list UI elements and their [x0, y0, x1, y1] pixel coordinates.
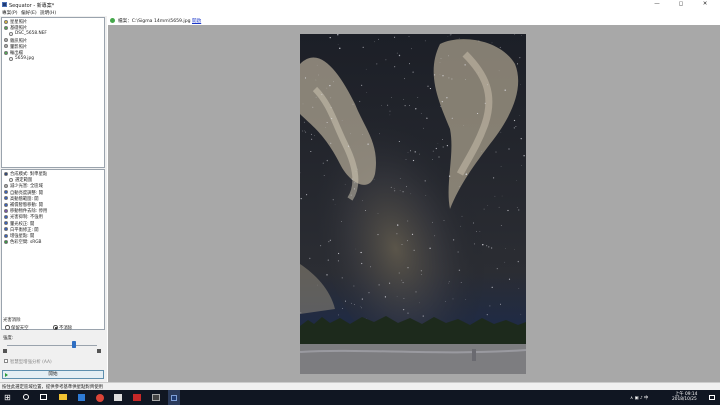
menu-preferences[interactable]: 偏好(E) [21, 10, 37, 16]
path-bar: 檔案：C:\Sigma 14mm\5659.jpg 開啟 [108, 16, 720, 25]
object-removal-icon [4, 208, 8, 213]
suppress-icon [4, 214, 8, 219]
slider-min-icon [3, 349, 7, 353]
vignette-correction-icon [4, 221, 8, 226]
settings-tree-item-label: 補償暫態移動: 開 [10, 203, 43, 208]
settings-tree-item-label: 色彩空間: sRGB [10, 240, 42, 246]
store-icon[interactable] [78, 394, 85, 401]
settings-tree-item-label: 白平衡修正: 開 [10, 227, 39, 233]
maximize-button[interactable]: ◻ [672, 0, 690, 9]
radio-no-removal[interactable] [53, 325, 58, 330]
clock-date: 2018/10/25 [672, 397, 697, 402]
preview-image [300, 34, 526, 374]
vignette-icon [4, 44, 8, 49]
app-icon-dark[interactable] [152, 394, 160, 401]
app-icon-red[interactable] [133, 394, 141, 401]
settings-tree-item-label: 增強星點: 開 [10, 234, 35, 239]
start-button[interactable]: 開始 [2, 370, 104, 379]
image-tree: 星星照片 基礎照片 DSC_5658.NEF 雜訊照片 暈影照片 輸出檔 5659.jpg [1, 17, 105, 168]
taskbar: ⊞ ∧ ▣ ♪ 中 上午 09:14 2018/10/25 [0, 390, 720, 405]
smart-analysis-label: 智慧型增強分析 (AA) [10, 360, 52, 365]
notification-icon[interactable] [709, 395, 715, 400]
settings-tree: 合成模式: 對準星點 選定範圍 減少光害: 全區域 自動亮度調整: 開高動態範圍: 開… [1, 169, 105, 330]
settings-tree-item-label: 移動物件去除: 停用 [10, 209, 48, 215]
image-viewer[interactable] [108, 25, 720, 382]
play-icon [5, 372, 8, 377]
sequator-icon [171, 394, 177, 401]
image-tree-item-label: 星星照片 [10, 20, 28, 25]
window-title: Sequator - 新專案* [9, 2, 55, 9]
noise-icon [4, 38, 8, 43]
mode-icon [4, 171, 8, 176]
smart-analysis-checkbox[interactable] [4, 359, 8, 363]
strength-slider-track[interactable] [7, 345, 97, 346]
settings-tree-item-label: 光害抑制: 不強用 [10, 215, 43, 221]
image-icon [4, 19, 8, 24]
settings-tree-item-label: 合成模式: 對準星點 [10, 172, 48, 177]
strength-label: 強度: [3, 336, 14, 341]
status-bar: 按住此選定區域位置，提供參考基準供星點對齊使用 [0, 382, 720, 390]
file-icon [9, 31, 13, 36]
options-group-label: 光害消除 [3, 318, 21, 323]
brightness-icon [4, 190, 8, 195]
menu-project[interactable]: 專案(P) [2, 10, 18, 16]
color-space-icon [4, 239, 8, 244]
close-button[interactable]: ✕ [696, 0, 714, 9]
range-icon [9, 177, 13, 182]
menu-help[interactable]: 說明(H) [40, 10, 56, 16]
open-link[interactable]: 開啟 [192, 18, 201, 24]
start-button-label: 開始 [48, 372, 58, 377]
light-pollution-icon [4, 183, 8, 188]
search-icon[interactable] [23, 394, 29, 400]
hdr-icon [4, 196, 8, 201]
image-tree-item-label: 暈影照片 [10, 44, 28, 50]
file-icon [9, 56, 13, 61]
photos-icon[interactable] [114, 394, 122, 401]
motion-icon [4, 202, 8, 207]
radio-keep-sky[interactable] [5, 325, 10, 330]
task-view-icon[interactable] [40, 394, 47, 400]
image-tree-item-label: DSC_5658.NEF [15, 31, 47, 37]
title-bar: Sequator - 新專案* — ◻ ✕ [0, 0, 720, 9]
settings-tree-item-label: 減少光害: 全區域 [10, 184, 43, 190]
settings-tree-item-label: 高動態範圍: 開 [10, 196, 39, 202]
radio-no-removal-label: 不消除 [59, 326, 73, 331]
refresh-icon[interactable] [110, 18, 115, 23]
image-tree-item-label: 雜訊照片 [10, 38, 28, 44]
strength-slider-thumb[interactable] [71, 341, 76, 348]
file-path: 檔案：C:\Sigma 14mm\5659.jpg [118, 18, 191, 24]
minimize-button[interactable]: — [648, 0, 666, 9]
tray-icons[interactable]: ∧ ▣ ♪ 中 [630, 395, 648, 401]
white-balance-icon [4, 227, 8, 232]
night-sky-photo [300, 34, 526, 374]
slider-max-icon [97, 349, 101, 353]
menu-bar: 專案(P) 偏好(E) 說明(H) [0, 9, 720, 16]
radio-keep-sky-label: 保留天空 [11, 326, 29, 331]
file-explorer-icon[interactable] [59, 394, 67, 400]
settings-tree-item-label: 暈光校正: 開 [10, 221, 35, 227]
star-enhance-icon [4, 233, 8, 238]
app-icon [2, 2, 7, 7]
output-icon [4, 50, 8, 55]
chrome-icon[interactable] [96, 393, 104, 402]
settings-tree-item-label: 選定範圍 [15, 178, 33, 184]
windows-start-icon[interactable]: ⊞ [4, 393, 13, 402]
settings-tree-item-label: 自動亮度調整: 開 [10, 190, 43, 196]
left-panel: 星星照片 基礎照片 DSC_5658.NEF 雜訊照片 暈影照片 輸出檔 5659.jpg … [0, 16, 107, 382]
image-icon [4, 25, 8, 30]
image-tree-item-label: 5659.jpg [15, 56, 34, 62]
